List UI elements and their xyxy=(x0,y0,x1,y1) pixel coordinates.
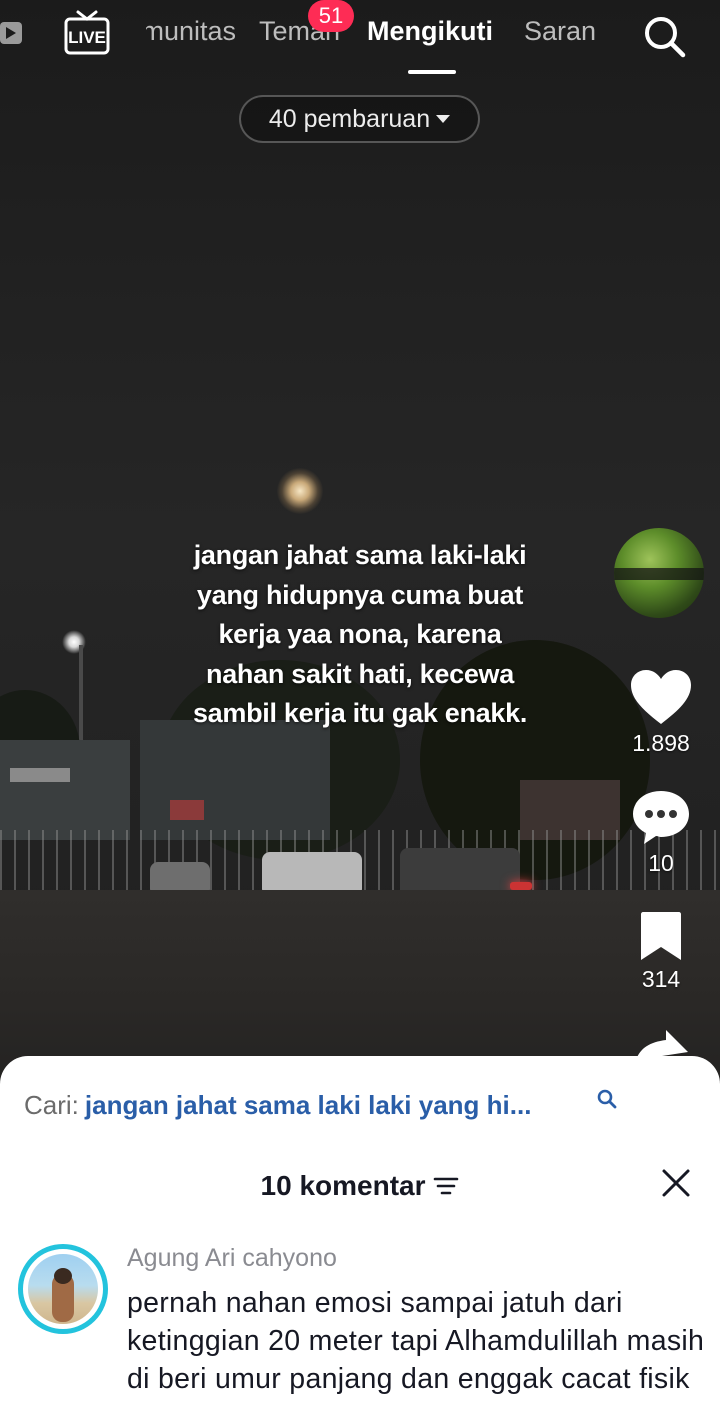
heart-icon xyxy=(631,670,691,724)
road xyxy=(0,890,720,1080)
avatar-stripe xyxy=(614,568,704,580)
updates-dropdown[interactable]: 40 pembaruan xyxy=(239,95,480,143)
search-icon[interactable] xyxy=(640,12,688,60)
parked-car xyxy=(150,862,210,892)
bookmark-icon xyxy=(641,912,681,960)
comment-count: 10 xyxy=(648,850,674,876)
bookmark-count: 314 xyxy=(641,966,681,992)
tab-mengikuti[interactable]: Mengikuti xyxy=(367,16,493,47)
search-prefix: Cari: xyxy=(24,1090,79,1120)
shop-sign xyxy=(10,768,70,782)
top-navigation: LIVE Komunitas Teman 51 Mengikuti Saran xyxy=(0,0,720,80)
avatar-hat xyxy=(54,1268,72,1284)
svg-text:LIVE: LIVE xyxy=(68,28,106,47)
shop-sign xyxy=(170,800,204,820)
commenter-name[interactable]: Agung Ari cahyono xyxy=(127,1244,337,1273)
bookmark-button[interactable]: 314 xyxy=(620,910,702,993)
caret-down-icon xyxy=(436,115,451,123)
building-center xyxy=(140,720,330,840)
sort-filter-icon[interactable] xyxy=(433,1175,459,1197)
video-caption: jangan jahat sama laki-laki yang hidupny… xyxy=(192,540,528,728)
building-left xyxy=(0,740,130,840)
updates-label: 40 pembaruan xyxy=(268,104,431,133)
active-tab-indicator xyxy=(408,70,456,74)
close-icon[interactable] xyxy=(660,1167,692,1199)
parked-car xyxy=(400,848,520,894)
comments-sheet: Cari: jangan jahat sama laki laki yang hi… xyxy=(0,1056,720,1424)
avatar-photo xyxy=(28,1254,98,1324)
search-query[interactable]: jangan jahat sama laki laki yang hi... xyxy=(85,1090,532,1120)
search-icon[interactable] xyxy=(596,1088,618,1110)
tab-komunitas[interactable]: Komunitas xyxy=(146,16,236,47)
creator-avatar[interactable] xyxy=(614,528,704,618)
comments-title: 10 komentar xyxy=(260,1170,426,1201)
parked-car xyxy=(262,852,362,892)
comment-bubble-icon xyxy=(633,791,689,844)
moon-glow xyxy=(277,468,323,514)
comment-button[interactable]: 10 xyxy=(620,788,702,877)
live-tv-icon[interactable]: LIVE xyxy=(62,8,112,58)
commenter-avatar[interactable] xyxy=(18,1244,108,1334)
notification-badge: 51 xyxy=(308,0,354,32)
play-arrow-icon[interactable] xyxy=(0,18,30,48)
comment-text: pernah nahan emosi sampai jatuh dari ket… xyxy=(127,1287,705,1395)
tab-saran[interactable]: Saran xyxy=(524,16,596,47)
like-button[interactable]: 1.898 xyxy=(620,668,702,757)
comments-header: 10 komentar xyxy=(0,1164,720,1208)
like-count: 1.898 xyxy=(632,730,690,756)
car-tail-light xyxy=(510,882,532,890)
